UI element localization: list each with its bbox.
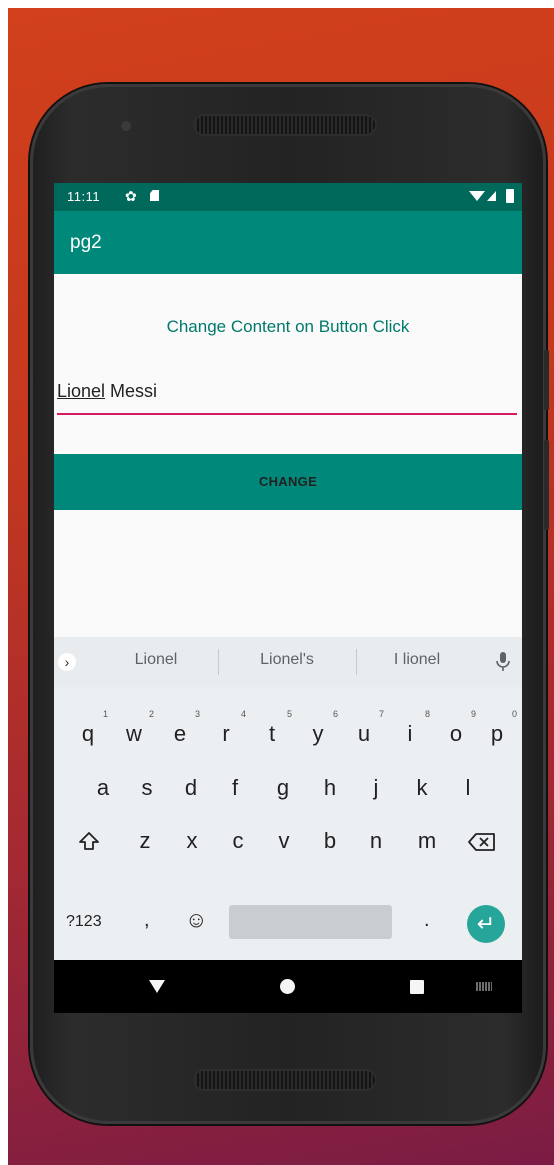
key-s[interactable]: s — [129, 775, 165, 801]
front-camera — [121, 121, 131, 131]
battery-icon — [506, 189, 514, 203]
back-icon[interactable] — [149, 980, 165, 993]
key-n[interactable]: n — [358, 828, 394, 854]
suggestion-strip: › Lionel Lionel's I lionel — [54, 637, 522, 687]
key-k[interactable]: k — [404, 775, 440, 801]
power-button — [544, 350, 549, 410]
key-p[interactable]: p0 — [479, 709, 517, 747]
volume-button — [544, 440, 549, 530]
key-g[interactable]: g — [265, 775, 301, 801]
bottom-speaker — [193, 1069, 377, 1091]
page-heading: Change Content on Button Click — [166, 317, 410, 336]
period-key[interactable]: . — [424, 909, 430, 932]
key-b[interactable]: b — [312, 828, 348, 854]
soft-keyboard: › Lionel Lionel's I lionel q1 w2 e3 r4 t… — [54, 637, 522, 960]
home-icon[interactable] — [280, 979, 295, 994]
enter-icon[interactable]: ↵ — [467, 905, 505, 943]
suggestion-divider — [218, 649, 219, 675]
key-m[interactable]: m — [409, 828, 445, 854]
space-bar[interactable] — [229, 905, 392, 939]
key-t[interactable]: t5 — [254, 709, 292, 747]
top-speaker — [193, 114, 377, 136]
change-button[interactable]: CHANGE — [54, 454, 522, 510]
backspace-icon[interactable] — [467, 832, 497, 852]
app-bar: pg2 — [54, 211, 522, 274]
status-bar: 11:11 ✿ — [54, 183, 522, 211]
suggestion-3[interactable]: I lionel — [377, 651, 457, 669]
keyboard-switch-icon[interactable] — [476, 982, 492, 991]
key-y[interactable]: y6 — [300, 709, 339, 747]
input-text-composing: Lionel — [57, 381, 106, 401]
key-v[interactable]: v — [266, 828, 302, 854]
status-time: 11:11 — [67, 189, 101, 204]
sd-card-icon — [150, 190, 159, 201]
navigation-bar — [54, 960, 522, 1013]
key-u[interactable]: u7 — [346, 709, 384, 747]
key-c[interactable]: c — [220, 828, 256, 854]
device-screen: 11:11 ✿ pg2 Change Content on Button Cli… — [54, 183, 522, 1013]
key-j[interactable]: j — [358, 775, 394, 801]
suggestion-2[interactable]: Lionel's — [243, 651, 331, 669]
key-z[interactable]: z — [127, 828, 163, 854]
key-f[interactable]: f — [217, 775, 253, 801]
wifi-icon — [469, 191, 485, 201]
mic-icon[interactable] — [495, 651, 511, 673]
key-e[interactable]: e3 — [162, 709, 200, 747]
key-a[interactable]: a — [85, 775, 121, 801]
name-input[interactable]: Lionel Messi — [57, 381, 517, 415]
emoji-icon[interactable]: ☺ — [185, 907, 207, 933]
key-h[interactable]: h — [312, 775, 348, 801]
signal-icon — [487, 191, 496, 201]
suggestion-1[interactable]: Lionel — [116, 651, 196, 669]
key-q[interactable]: q1 — [70, 709, 108, 747]
symbols-key[interactable]: ?123 — [66, 913, 102, 931]
comma-key[interactable]: , — [144, 909, 150, 932]
key-o[interactable]: o9 — [438, 709, 476, 747]
recents-icon[interactable] — [410, 980, 424, 994]
input-text-rest: Messi — [105, 381, 158, 401]
key-i[interactable]: i8 — [392, 709, 430, 747]
key-w[interactable]: w2 — [116, 709, 154, 747]
app-title: pg2 — [70, 232, 102, 253]
key-r[interactable]: r4 — [208, 709, 246, 747]
settings-icon: ✿ — [125, 188, 137, 204]
suggestion-divider — [356, 649, 357, 675]
key-x[interactable]: x — [174, 828, 210, 854]
expand-icon[interactable]: › — [58, 653, 76, 671]
shift-icon[interactable] — [78, 830, 100, 852]
key-l[interactable]: l — [450, 775, 486, 801]
key-d[interactable]: d — [173, 775, 209, 801]
